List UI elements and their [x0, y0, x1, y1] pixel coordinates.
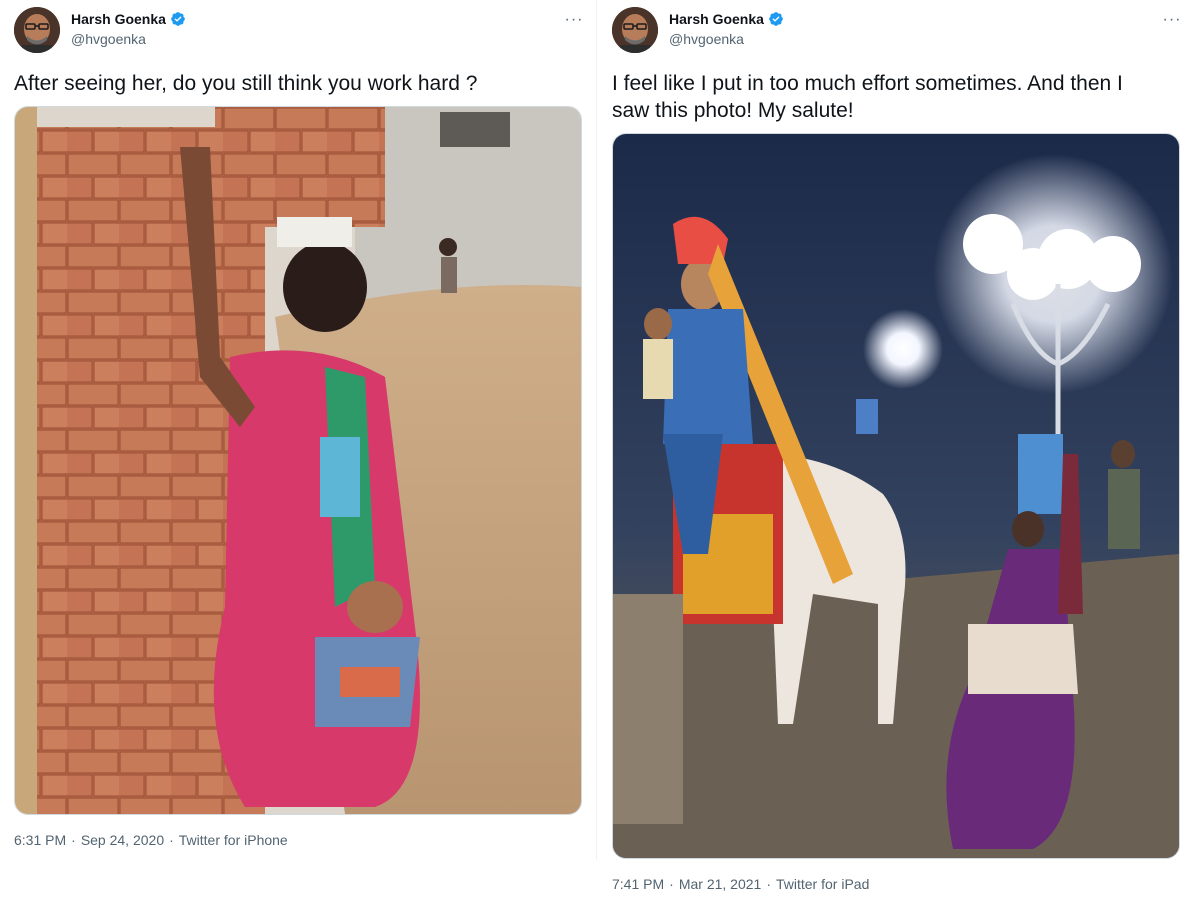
- author-name-row: Harsh Goenka: [71, 11, 186, 27]
- author-handle[interactable]: @hvgoenka: [71, 31, 146, 47]
- meta-separator: ·: [169, 832, 174, 848]
- tweet-time[interactable]: 6:31 PM: [14, 832, 66, 848]
- tweet-source[interactable]: Twitter for iPad: [776, 876, 869, 892]
- meta-separator: ·: [766, 876, 771, 892]
- author-name[interactable]: Harsh Goenka: [669, 11, 764, 27]
- tweet-text-line: I feel like I put in too much effort som…: [612, 72, 1123, 95]
- tweet-1: Harsh Goenka @hvgoenka ··· After seeing …: [0, 0, 596, 900]
- more-horizontal-icon[interactable]: ···: [1160, 12, 1184, 32]
- tweet-date[interactable]: Sep 24, 2020: [81, 832, 164, 848]
- tweet-source[interactable]: Twitter for iPhone: [179, 832, 288, 848]
- verified-badge-icon: [170, 11, 186, 27]
- meta-separator: ·: [669, 876, 674, 892]
- tweet-photo[interactable]: [612, 133, 1180, 859]
- author-name-row: Harsh Goenka: [669, 11, 784, 27]
- verified-badge-icon: [768, 11, 784, 27]
- meta-separator: ·: [71, 832, 76, 848]
- author-handle[interactable]: @hvgoenka: [669, 31, 744, 47]
- tweet-meta: 6:31 PM · Sep 24, 2020 · Twitter for iPh…: [14, 832, 288, 848]
- tweet-time[interactable]: 7:41 PM: [612, 876, 664, 892]
- author-name[interactable]: Harsh Goenka: [71, 11, 166, 27]
- tweet-divider: [596, 0, 597, 860]
- tweet-text: After seeing her, do you still think you…: [14, 72, 478, 95]
- tweet-text-line: saw this photo! My salute!: [612, 99, 854, 122]
- tweet-meta: 7:41 PM · Mar 21, 2021 · Twitter for iPa…: [612, 876, 869, 892]
- author-avatar[interactable]: [14, 7, 60, 53]
- more-horizontal-icon[interactable]: ···: [562, 12, 586, 32]
- tweet-2: Harsh Goenka @hvgoenka ··· I feel like I…: [598, 0, 1192, 900]
- tweet-text: I feel like I put in too much effort som…: [612, 70, 1123, 124]
- tweet-photo[interactable]: [14, 106, 582, 815]
- author-avatar[interactable]: [612, 7, 658, 53]
- tweet-date[interactable]: Mar 21, 2021: [679, 876, 762, 892]
